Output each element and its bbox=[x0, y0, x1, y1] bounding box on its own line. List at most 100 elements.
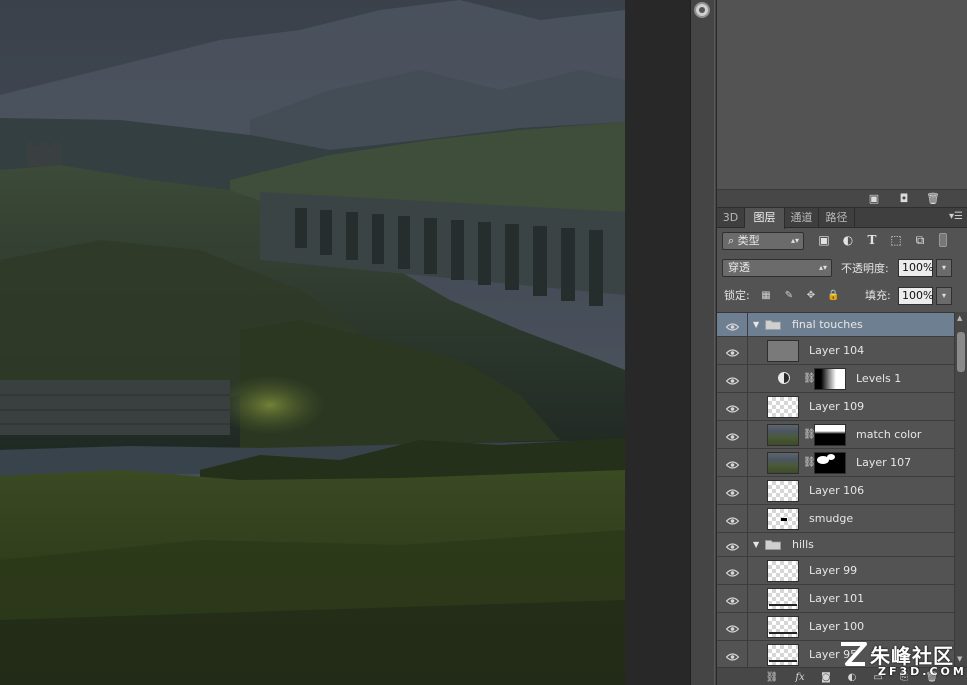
layer-row[interactable]: Layer 99 bbox=[717, 557, 954, 585]
eye-icon[interactable] bbox=[725, 431, 740, 441]
eye-icon[interactable] bbox=[725, 403, 740, 413]
layer-row[interactable]: Layer 106 bbox=[717, 477, 954, 505]
layer-mask-thumbnail[interactable] bbox=[814, 452, 846, 474]
visibility-toggle[interactable] bbox=[717, 477, 748, 504]
layer-name[interactable]: Layer 106 bbox=[809, 484, 864, 498]
group-expand-arrow-icon[interactable]: ▼ bbox=[753, 540, 759, 549]
opacity-dropdown-button[interactable]: ▾ bbox=[936, 259, 952, 277]
visibility-toggle[interactable] bbox=[717, 641, 748, 667]
eye-icon[interactable] bbox=[725, 515, 740, 525]
layer-thumbnail[interactable] bbox=[767, 480, 799, 502]
visibility-toggle[interactable] bbox=[717, 585, 748, 612]
layer-name[interactable]: Layer 109 bbox=[809, 400, 864, 414]
add-mask-icon[interactable]: ◙ bbox=[819, 671, 833, 684]
eye-icon[interactable] bbox=[725, 375, 740, 385]
tab-3d[interactable]: 3D bbox=[717, 208, 745, 228]
shape-filter-icon[interactable]: ⬚ bbox=[889, 233, 903, 247]
new-adjustment-icon[interactable]: ◐ bbox=[845, 671, 859, 684]
smart-object-filter-icon[interactable]: ⧉ bbox=[913, 233, 927, 247]
visibility-toggle[interactable] bbox=[717, 393, 748, 420]
lock-transparent-icon[interactable]: ▦ bbox=[760, 290, 772, 302]
layer-thumbnail[interactable] bbox=[767, 340, 799, 362]
layer-name[interactable]: Layer 100 bbox=[809, 620, 864, 634]
mask-link-icon[interactable]: ⛓ bbox=[803, 372, 816, 386]
filter-kind-select[interactable]: ⌕ 类型 ▴▾ bbox=[722, 232, 804, 250]
fill-field[interactable]: 100% bbox=[898, 287, 933, 305]
lock-pixels-brush-icon[interactable]: ✎ bbox=[783, 290, 795, 302]
layer-name[interactable]: hills bbox=[792, 538, 814, 552]
history-icon[interactable] bbox=[694, 2, 710, 18]
eye-icon[interactable] bbox=[725, 321, 740, 331]
layer-group-row[interactable]: ▼ final touches bbox=[717, 313, 954, 337]
visibility-toggle[interactable] bbox=[717, 313, 748, 336]
filter-toggle-icon[interactable] bbox=[939, 233, 947, 247]
type-filter-icon[interactable]: T bbox=[865, 233, 879, 247]
layer-thumbnail[interactable] bbox=[767, 452, 799, 474]
visibility-toggle[interactable] bbox=[717, 449, 748, 476]
layer-list-scrollbar[interactable]: ▲ ▼ bbox=[954, 312, 967, 667]
layer-row[interactable]: ⛓ Layer 107 bbox=[717, 449, 954, 477]
lock-all-padlock-icon[interactable]: 🔒 bbox=[827, 290, 839, 302]
layer-thumbnail[interactable] bbox=[767, 396, 799, 418]
eye-icon[interactable] bbox=[725, 541, 740, 551]
eye-icon[interactable] bbox=[725, 347, 740, 357]
blend-mode-select[interactable]: 穿透 ▴▾ bbox=[722, 259, 832, 277]
layer-row[interactable]: ⛓ match color bbox=[717, 421, 954, 449]
new-document-from-state-icon[interactable]: ▣ bbox=[867, 193, 881, 205]
visibility-toggle[interactable] bbox=[717, 613, 748, 640]
layer-thumbnail[interactable] bbox=[767, 616, 799, 638]
layer-name[interactable]: smudge bbox=[809, 512, 853, 526]
layer-mask-thumbnail[interactable] bbox=[814, 368, 846, 390]
eye-icon[interactable] bbox=[725, 651, 740, 661]
group-expand-arrow-icon[interactable]: ▼ bbox=[753, 320, 759, 329]
image-filter-icon[interactable]: ▣ bbox=[817, 233, 831, 247]
fill-dropdown-button[interactable]: ▾ bbox=[936, 287, 952, 305]
layer-row[interactable]: Layer 109 bbox=[717, 393, 954, 421]
scroll-down-icon[interactable]: ▼ bbox=[957, 655, 962, 663]
layer-row[interactable]: Layer 104 bbox=[717, 337, 954, 365]
layer-thumbnail[interactable] bbox=[767, 424, 799, 446]
tab-paths[interactable]: 路径 bbox=[819, 208, 855, 228]
layer-name[interactable]: Layer 95 bbox=[809, 648, 857, 662]
delete-icon[interactable]: 🗑 bbox=[926, 193, 940, 205]
tab-layers[interactable]: 图层 bbox=[745, 208, 785, 229]
visibility-toggle[interactable] bbox=[717, 557, 748, 584]
opacity-field[interactable]: 100% bbox=[898, 259, 933, 277]
visibility-toggle[interactable] bbox=[717, 337, 748, 364]
visibility-toggle[interactable] bbox=[717, 365, 748, 392]
layer-group-row[interactable]: ▼ hills bbox=[717, 533, 954, 557]
layer-row[interactable]: Layer 101 bbox=[717, 585, 954, 613]
visibility-toggle[interactable] bbox=[717, 533, 748, 556]
mask-link-icon[interactable]: ⛓ bbox=[803, 428, 816, 442]
layer-thumbnail[interactable] bbox=[767, 644, 799, 666]
layer-row[interactable]: Layer 100 bbox=[717, 613, 954, 641]
layer-name[interactable]: Layer 101 bbox=[809, 592, 864, 606]
layer-name[interactable]: Layer 99 bbox=[809, 564, 857, 578]
delete-icon[interactable]: 🗑 bbox=[925, 671, 939, 684]
layer-name[interactable]: Layer 104 bbox=[809, 344, 864, 358]
layer-row[interactable]: Layer 95 bbox=[717, 641, 954, 667]
new-layer-icon[interactable]: ⎘ bbox=[897, 671, 911, 684]
layer-name[interactable]: match color bbox=[856, 428, 921, 442]
visibility-toggle[interactable] bbox=[717, 421, 748, 448]
layer-row[interactable]: ⛓ Levels 1 bbox=[717, 365, 954, 393]
document-canvas[interactable] bbox=[0, 0, 625, 685]
scroll-up-icon[interactable]: ▲ bbox=[957, 314, 962, 322]
new-group-icon[interactable]: ▭ bbox=[871, 671, 885, 684]
visibility-toggle[interactable] bbox=[717, 505, 748, 532]
panel-menu-icon[interactable]: ▾☰ bbox=[949, 211, 963, 222]
link-icon[interactable]: ⛓ bbox=[765, 671, 779, 684]
eye-icon[interactable] bbox=[725, 623, 740, 633]
tab-channels[interactable]: 通道 bbox=[785, 208, 819, 228]
layer-row[interactable]: smudge bbox=[717, 505, 954, 533]
lock-position-move-icon[interactable]: ✥ bbox=[805, 290, 817, 302]
layer-name[interactable]: Levels 1 bbox=[856, 372, 901, 386]
layer-mask-thumbnail[interactable] bbox=[814, 424, 846, 446]
layer-thumbnail[interactable] bbox=[767, 560, 799, 582]
snapshot-camera-icon[interactable]: ◘ bbox=[897, 193, 911, 205]
layer-thumbnail[interactable] bbox=[767, 588, 799, 610]
eye-icon[interactable] bbox=[725, 459, 740, 469]
eye-icon[interactable] bbox=[725, 487, 740, 497]
scrollbar-thumb[interactable] bbox=[957, 332, 965, 372]
layer-name[interactable]: final touches bbox=[792, 318, 863, 332]
